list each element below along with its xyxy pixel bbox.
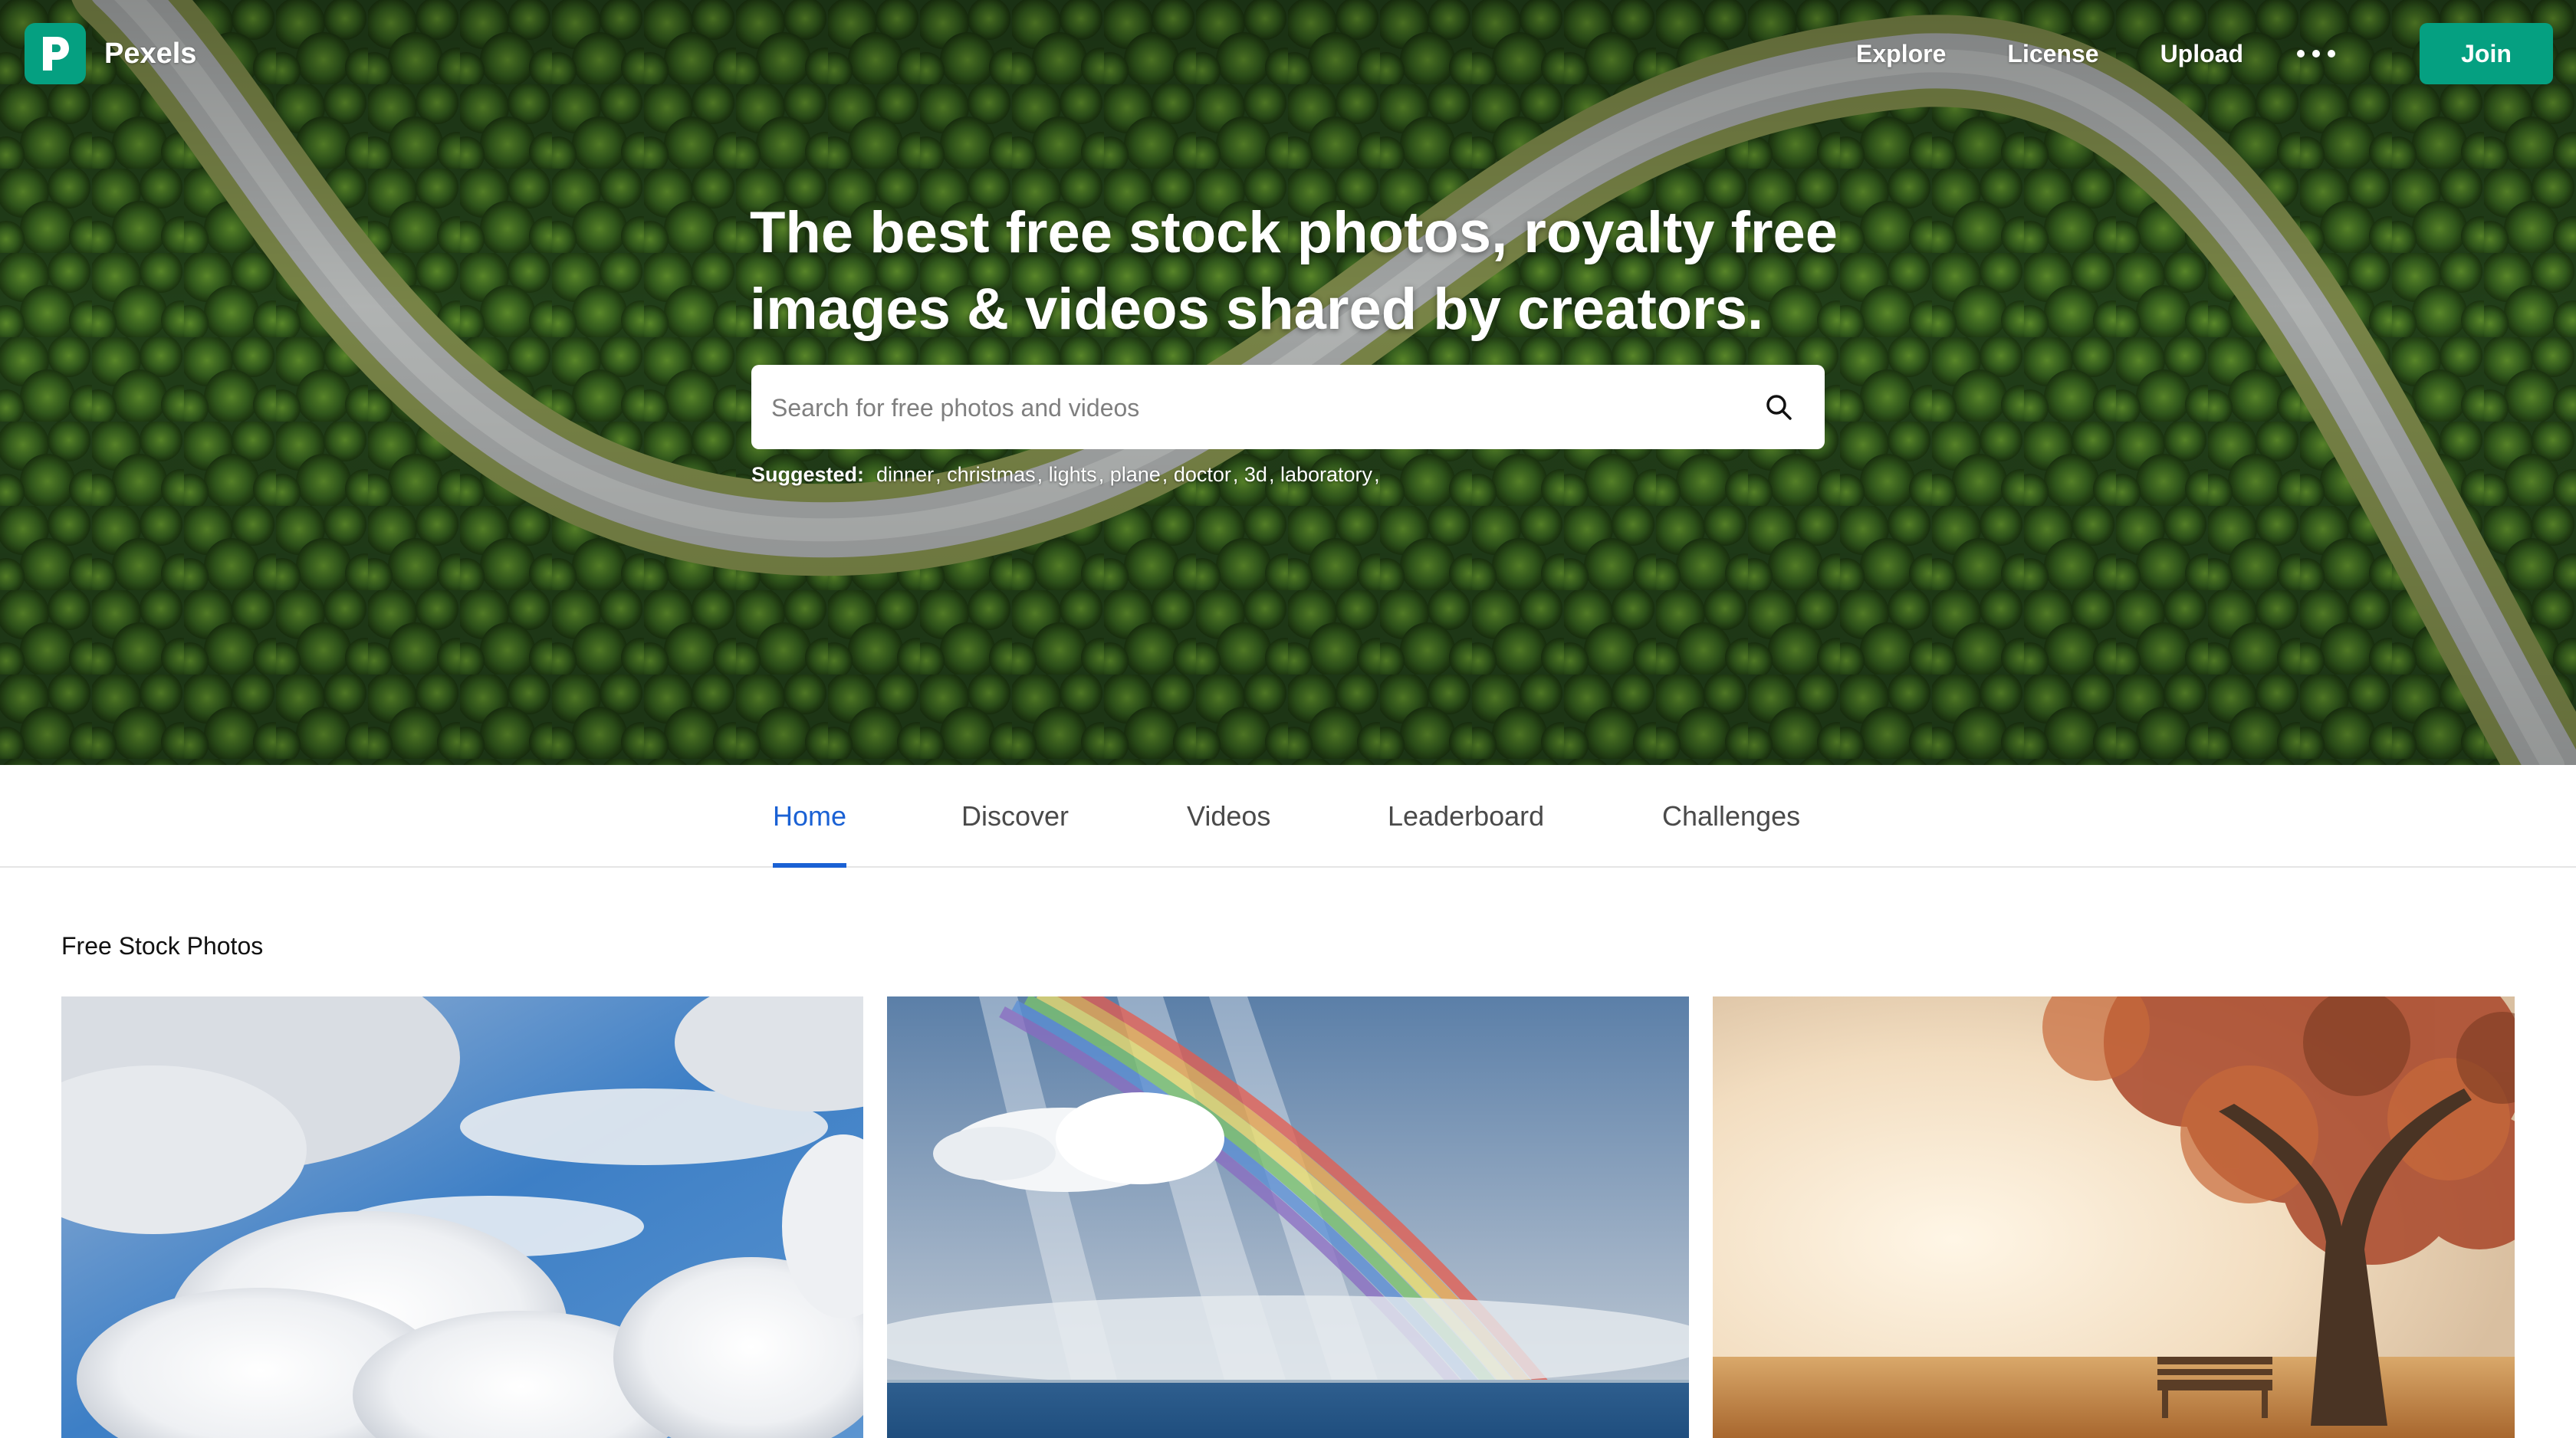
pexels-logo-icon xyxy=(25,23,86,84)
tab-leaderboard[interactable]: Leaderboard xyxy=(1388,765,1544,868)
nav-link-explore[interactable]: Explore xyxy=(1856,40,1946,68)
suggested-separator: , xyxy=(1098,463,1105,486)
brand-name: Pexels xyxy=(104,37,197,70)
suggested-separator: , xyxy=(1162,463,1168,486)
pexels-logo[interactable]: Pexels xyxy=(25,23,196,84)
suggested-link-christmas[interactable]: christmas xyxy=(947,463,1036,487)
suggested-link-lights[interactable]: lights xyxy=(1049,463,1097,487)
photo-autumn-tree-image xyxy=(1713,996,2515,1438)
photo-card-autumn-tree[interactable] xyxy=(1713,996,2515,1438)
search-input[interactable] xyxy=(770,365,1723,451)
suggested-searches: Suggested: dinner, christmas, lights, pl… xyxy=(751,463,1380,487)
suggested-link-plane[interactable]: plane xyxy=(1110,463,1161,487)
suggested-separator: , xyxy=(1232,463,1239,486)
suggested-link-dinner[interactable]: dinner xyxy=(876,463,934,487)
tab-challenges[interactable]: Challenges xyxy=(1662,765,1800,868)
suggested-separator: , xyxy=(1268,463,1275,486)
photo-clouds-image xyxy=(61,996,863,1438)
top-navigation-bar: Pexels Explore License Upload Join xyxy=(0,0,2576,107)
section-tabs: Home Discover Videos Leaderboard Challen… xyxy=(0,765,2576,868)
more-options-icon[interactable] xyxy=(2297,38,2335,69)
tab-videos[interactable]: Videos xyxy=(1187,765,1270,868)
suggested-link-laboratory[interactable]: laboratory xyxy=(1280,463,1372,487)
join-button[interactable]: Join xyxy=(2420,23,2553,84)
hero-section: Pexels Explore License Upload Join The b… xyxy=(0,0,2576,765)
hero-headline: The best free stock photos, royalty free… xyxy=(750,200,1838,342)
nav-link-license[interactable]: License xyxy=(2007,40,2098,68)
section-title: Free Stock Photos xyxy=(61,932,264,960)
search-bar xyxy=(751,365,1825,451)
tab-discover[interactable]: Discover xyxy=(961,765,1069,868)
suggested-label: Suggested: xyxy=(751,463,865,486)
suggested-link-3d[interactable]: 3d xyxy=(1244,463,1267,487)
header-nav: Explore License Upload Join xyxy=(1856,23,2553,84)
suggested-separator: , xyxy=(1037,463,1043,486)
suggested-link-doctor[interactable]: doctor xyxy=(1174,463,1231,487)
suggested-separator: , xyxy=(1374,463,1380,486)
suggested-separator: , xyxy=(935,463,941,486)
photo-card-clouds[interactable] xyxy=(61,996,863,1438)
photo-card-rainbow[interactable] xyxy=(887,996,1689,1438)
nav-link-upload[interactable]: Upload xyxy=(2160,40,2243,68)
tab-home[interactable]: Home xyxy=(773,765,847,868)
photo-rainbow-image xyxy=(887,996,1689,1438)
search-icon[interactable] xyxy=(1763,392,1794,422)
